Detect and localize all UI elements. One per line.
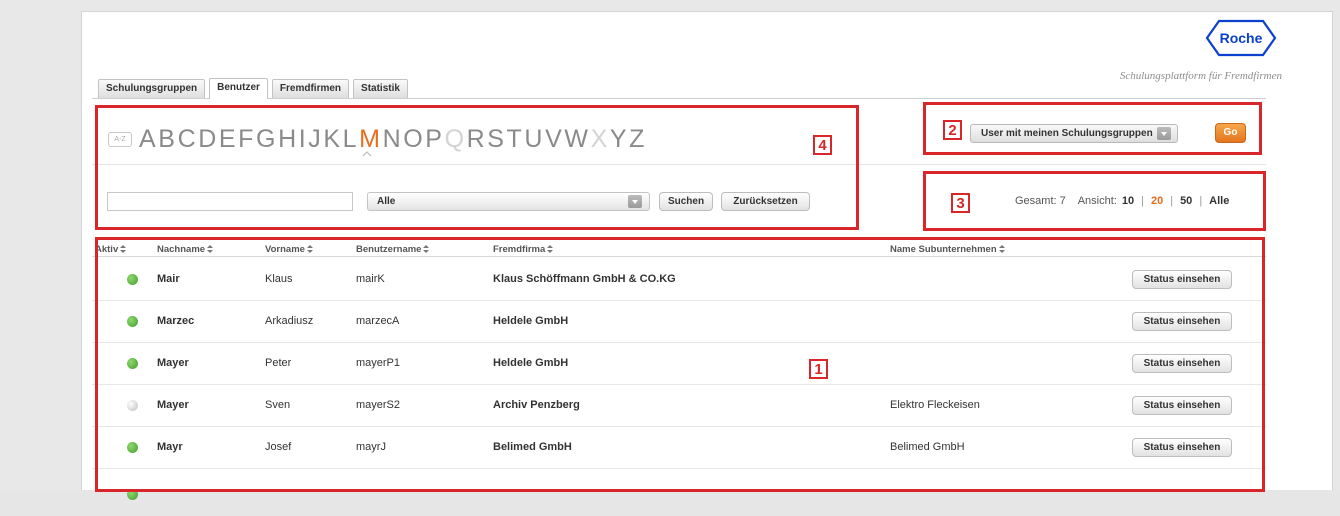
callout-badge-1: 1 [809,359,828,379]
tab-benutzer[interactable]: Benutzer [209,78,268,99]
tab-schulungsgruppen[interactable]: Schulungsgruppen [98,79,206,98]
callout-box-2 [923,102,1262,155]
callout-box-4 [95,105,859,230]
tab-fremdfirmen[interactable]: Fremdfirmen [271,79,350,98]
callout-badge-2: 2 [943,120,962,140]
tab-statistik[interactable]: Statistik [353,79,408,98]
tab-bar: Schulungsgruppen Benutzer Fremdfirmen St… [98,78,412,99]
tagline: Schulungsplattform für Fremdfirmen [1119,70,1282,82]
logo-text: Roche [1220,30,1263,46]
callout-box-1 [95,237,1265,492]
roche-logo: Roche [1205,19,1277,57]
callout-badge-4: 4 [813,135,832,155]
callout-box-3 [923,171,1266,231]
page: Roche Schulungsplattform für Fremdfirmen… [0,0,1340,500]
callout-badge-3: 3 [951,193,970,213]
tab-divider [92,98,1266,99]
